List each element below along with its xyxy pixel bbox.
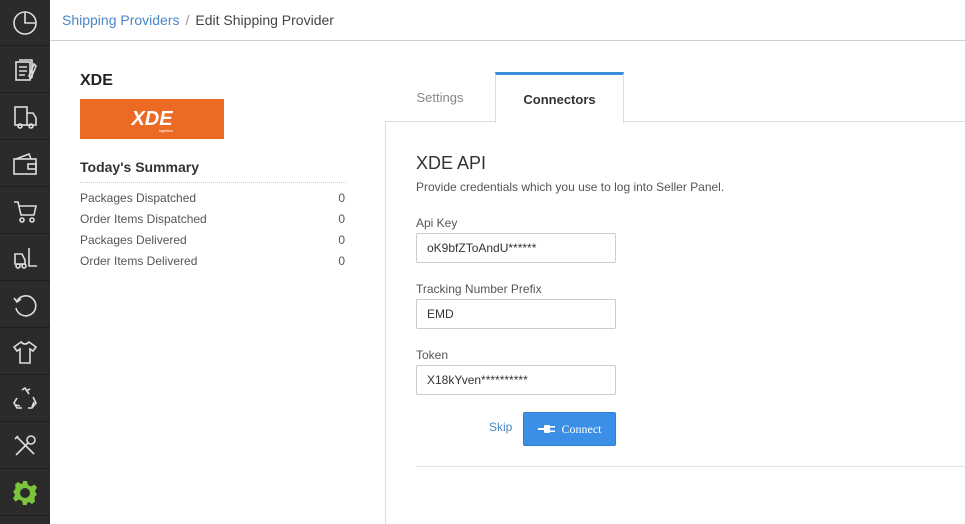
- settings-gear-icon: [13, 480, 37, 505]
- provider-logo: XDE logistics: [80, 99, 224, 139]
- breadcrumb-separator: /: [185, 12, 190, 28]
- form-divider: [416, 466, 965, 467]
- tab-connectors[interactable]: Connectors: [495, 72, 624, 123]
- sidebar-item-returns[interactable]: [0, 282, 50, 328]
- wallet-icon: [13, 152, 37, 175]
- svg-text:XDE: XDE: [130, 108, 173, 130]
- summary-row: Order Items Dispatched 0: [80, 212, 345, 226]
- breadcrumb: Shipping Providers / Edit Shipping Provi…: [50, 0, 965, 41]
- tools-icon: [14, 434, 36, 456]
- token-input[interactable]: [416, 365, 616, 395]
- summary-row: Packages Dispatched 0: [80, 191, 345, 205]
- cart-icon: [14, 200, 37, 223]
- sidebar-item-apparel[interactable]: [0, 329, 50, 375]
- sidebar-item-orders[interactable]: [0, 47, 50, 93]
- summary-row-value: 0: [338, 254, 345, 268]
- orders-icon: [15, 58, 37, 81]
- summary-row: Order Items Delivered 0: [80, 254, 345, 268]
- summary-row-label: Order Items Delivered: [80, 254, 198, 268]
- xde-logo-icon: XDE logistics: [130, 108, 173, 133]
- plug-icon: [537, 425, 555, 433]
- sidebar-item-settings[interactable]: [0, 470, 50, 516]
- shipping-truck-icon: [14, 105, 37, 129]
- sidebar-item-forklift[interactable]: [0, 235, 50, 281]
- summary-row-label: Packages Dispatched: [80, 191, 197, 205]
- skip-link[interactable]: Skip: [489, 420, 512, 434]
- summary-row-value: 0: [338, 212, 345, 226]
- dashboard-icon: [13, 10, 37, 35]
- provider-name: XDE: [80, 72, 113, 89]
- panel-border: [385, 121, 386, 524]
- sidebar-item-tools[interactable]: [0, 423, 50, 469]
- connector-description: Provide credentials which you use to log…: [416, 180, 725, 194]
- sidebar-item-wallet[interactable]: [0, 141, 50, 187]
- apparel-icon: [12, 340, 38, 364]
- summary-row-value: 0: [338, 233, 345, 247]
- summary-title: Today's Summary: [80, 159, 346, 183]
- summary-row-label: Packages Delivered: [80, 233, 187, 247]
- svg-text:logistics: logistics: [159, 128, 173, 133]
- summary-row-label: Order Items Dispatched: [80, 212, 207, 226]
- breadcrumb-current: Edit Shipping Provider: [195, 12, 334, 28]
- recycle-icon: [13, 386, 37, 409]
- summary-row-value: 0: [338, 191, 345, 205]
- returns-icon: [13, 294, 37, 317]
- sidebar-item-cart[interactable]: [0, 188, 50, 234]
- sidebar-item-recycle[interactable]: [0, 376, 50, 422]
- summary-row: Packages Delivered 0: [80, 233, 345, 247]
- tab-settings[interactable]: Settings: [386, 72, 494, 122]
- sidebar-item-dashboard[interactable]: [0, 0, 50, 46]
- connector-title: XDE API: [416, 153, 487, 173]
- tracking-prefix-input[interactable]: [416, 299, 616, 329]
- connect-button-label: Connect: [561, 421, 602, 436]
- forklift-icon: [14, 247, 37, 269]
- connect-button[interactable]: Connect: [523, 412, 616, 446]
- sidebar-item-shipping[interactable]: [0, 94, 50, 140]
- breadcrumb-link-shipping-providers[interactable]: Shipping Providers: [62, 12, 180, 28]
- tracking-prefix-label: Tracking Number Prefix: [416, 282, 542, 296]
- tab-divider: [386, 121, 965, 122]
- api-key-input[interactable]: [416, 233, 616, 263]
- token-label: Token: [416, 348, 449, 362]
- api-key-label: Api Key: [416, 216, 458, 230]
- sidebar-nav: [0, 0, 50, 524]
